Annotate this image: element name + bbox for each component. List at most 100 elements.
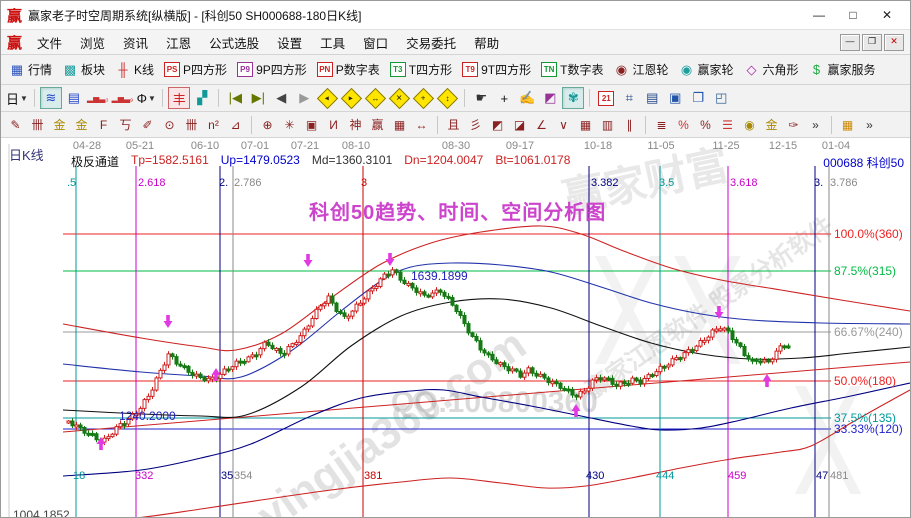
vee-lines-button[interactable]: ∨ <box>553 114 574 135</box>
brain-tool-button[interactable]: ✾ <box>562 87 584 109</box>
menu-item-4[interactable]: 江恩 <box>157 31 200 54</box>
percent-button[interactable]: % <box>695 114 716 135</box>
strike-percent-button[interactable]: % <box>673 114 694 135</box>
next-button[interactable]: ▶ <box>293 87 315 109</box>
t-square-button[interactable]: T3T四方形 <box>386 59 456 80</box>
candle-style-dropdown[interactable]: Φ▼ <box>135 87 157 109</box>
child-restore-button[interactable]: ❐ <box>862 34 882 51</box>
last-page-button[interactable]: ▶| <box>247 87 269 109</box>
grid1-button[interactable]: ▦ <box>575 114 596 135</box>
diamond-left-button[interactable]: ◂ <box>316 87 339 109</box>
star-tool-button[interactable]: ✳ <box>279 114 300 135</box>
angle-lines-button[interactable]: ∠ <box>531 114 552 135</box>
period-day-dropdown[interactable]: 日▼ <box>5 87 29 109</box>
fan-lines-button[interactable]: 彡 <box>465 114 486 135</box>
menu-item-7[interactable]: 工具 <box>311 31 354 54</box>
menu-item-6[interactable]: 设置 <box>268 31 311 54</box>
computer-button[interactable]: ◰ <box>710 87 732 109</box>
time-circle-button[interactable]: ⊙ <box>159 114 180 135</box>
gold-circle-button[interactable]: ◉ <box>739 114 760 135</box>
menu-item-10[interactable]: 帮助 <box>465 31 508 54</box>
menu-item-5[interactable]: 公式选股 <box>200 31 268 54</box>
menu-item-8[interactable]: 窗口 <box>354 31 397 54</box>
hand-tool-button[interactable]: ☛ <box>470 87 492 109</box>
save-button[interactable]: ▣ <box>664 87 686 109</box>
n-square-button[interactable]: n² <box>203 114 224 135</box>
mask-tool-button[interactable]: ◩ <box>539 87 561 109</box>
marker-pen-button[interactable]: ✐ <box>137 114 158 135</box>
close-button[interactable]: ✕ <box>870 4 904 26</box>
fan-box2-button[interactable]: ◪ <box>509 114 530 135</box>
pen-tool-button[interactable]: ✎ <box>5 114 26 135</box>
prev-button[interactable]: ◀ <box>270 87 292 109</box>
gann-time-bottom-label: 444 <box>656 470 674 482</box>
parallel-lines-button[interactable]: ∥ <box>619 114 640 135</box>
gold-comb1-button[interactable]: 金 <box>49 114 70 135</box>
diamond-cross-button[interactable]: ✕ <box>388 87 411 109</box>
width-measure-button[interactable]: ↔ <box>411 114 432 135</box>
pen-flag-button[interactable]: ✍ <box>516 87 538 109</box>
9t-square-button[interactable]: T99T四方形 <box>458 59 535 80</box>
color-chart-icon: ▞ <box>197 90 207 106</box>
chart-3-button[interactable]: ▂▅▃₃ <box>86 87 110 109</box>
gold-comb2-button[interactable]: 金 <box>71 114 92 135</box>
gann-grid-button[interactable]: 丰 <box>168 87 190 109</box>
kline-button[interactable]: ╫K线 <box>111 59 158 80</box>
gold-line-button[interactable]: 金 <box>761 114 782 135</box>
9p-square-button[interactable]: P99P四方形 <box>233 59 311 80</box>
f-comb-button[interactable]: F <box>93 114 114 135</box>
diamond-vspan-button[interactable]: ↕ <box>436 87 459 109</box>
menu-item-9[interactable]: 交易委托 <box>397 31 465 54</box>
minimize-button[interactable]: — <box>802 4 836 26</box>
child-close-button[interactable]: ✕ <box>884 34 904 51</box>
color-chart-button[interactable]: ▞ <box>191 87 213 109</box>
winner-wheel-button[interactable]: ◉赢家轮 <box>674 59 737 80</box>
winner-service-button[interactable]: $赢家服务 <box>805 59 880 80</box>
shen-tool-button[interactable]: 神 <box>345 114 366 135</box>
diamond-right-button[interactable]: ▸ <box>340 87 363 109</box>
chart-9-button[interactable]: ▂▅▃₉ <box>111 87 135 109</box>
gann-target-button[interactable]: ⊕ <box>257 114 278 135</box>
window-copy-button[interactable]: ❐ <box>687 87 709 109</box>
more-tools-chevron[interactable]: » <box>805 114 826 135</box>
final-grid-button[interactable]: ▦ <box>837 114 858 135</box>
pen-measure-button[interactable]: ✑ <box>783 114 804 135</box>
gann-wheel-button[interactable]: ◉江恩轮 <box>609 59 672 80</box>
maximize-button[interactable]: □ <box>836 4 870 26</box>
first-page-button[interactable]: |◀ <box>224 87 246 109</box>
zigzag-tool-button[interactable]: ≋ <box>40 87 62 109</box>
fan-box1-button[interactable]: ◩ <box>487 114 508 135</box>
menu-item-2[interactable]: 浏览 <box>71 31 114 54</box>
t-table-button[interactable]: TNT数字表 <box>537 59 607 80</box>
note-button[interactable]: ▤ <box>63 87 85 109</box>
calculator-button[interactable]: ⌗ <box>618 87 640 109</box>
calendar-button[interactable]: 21 <box>595 87 617 109</box>
grid2-button[interactable]: ▥ <box>597 114 618 135</box>
p-square-button[interactable]: PSP四方形 <box>160 59 231 80</box>
number-grid-button[interactable]: ▦ <box>389 114 410 135</box>
bar-percent-button[interactable]: ≣ <box>651 114 672 135</box>
9t-square-icon: T9 <box>462 62 478 77</box>
sectors-button[interactable]: ▩板块 <box>58 59 109 80</box>
crosshair-tool-button[interactable]: + <box>493 87 515 109</box>
ying-tool-button[interactable]: 赢 <box>367 114 388 135</box>
hexagon-button[interactable]: ◇六角形 <box>740 59 803 80</box>
quotes-button[interactable]: ▦行情 <box>5 59 56 80</box>
report-button[interactable]: ▤ <box>641 87 663 109</box>
chart-canvas[interactable]: www.yingjia360.comQQ:100800360赢家江恩软件 股票分… <box>1 138 910 518</box>
diamond-hspan-button[interactable]: ↔ <box>364 87 387 109</box>
more-chevron-2[interactable]: » <box>859 114 880 135</box>
column-tool-button[interactable]: 且 <box>443 114 464 135</box>
menu-item-1[interactable]: 文件 <box>28 31 71 54</box>
wave-count-button[interactable]: И <box>323 114 344 135</box>
comb-tool-button[interactable]: 卌 <box>27 114 48 135</box>
menu-item-3[interactable]: 资讯 <box>114 31 157 54</box>
comb2-tool-button[interactable]: 卌 <box>181 114 202 135</box>
percent-line-button[interactable]: ☰ <box>717 114 738 135</box>
grid-target-button[interactable]: ▣ <box>301 114 322 135</box>
protractor-button[interactable]: ⊿ <box>225 114 246 135</box>
p-table-button[interactable]: PNP数字表 <box>313 59 384 80</box>
child-minimize-button[interactable]: — <box>840 34 860 51</box>
diamond-all-button[interactable]: + <box>412 87 435 109</box>
five-comb-button[interactable]: 丂 <box>115 114 136 135</box>
